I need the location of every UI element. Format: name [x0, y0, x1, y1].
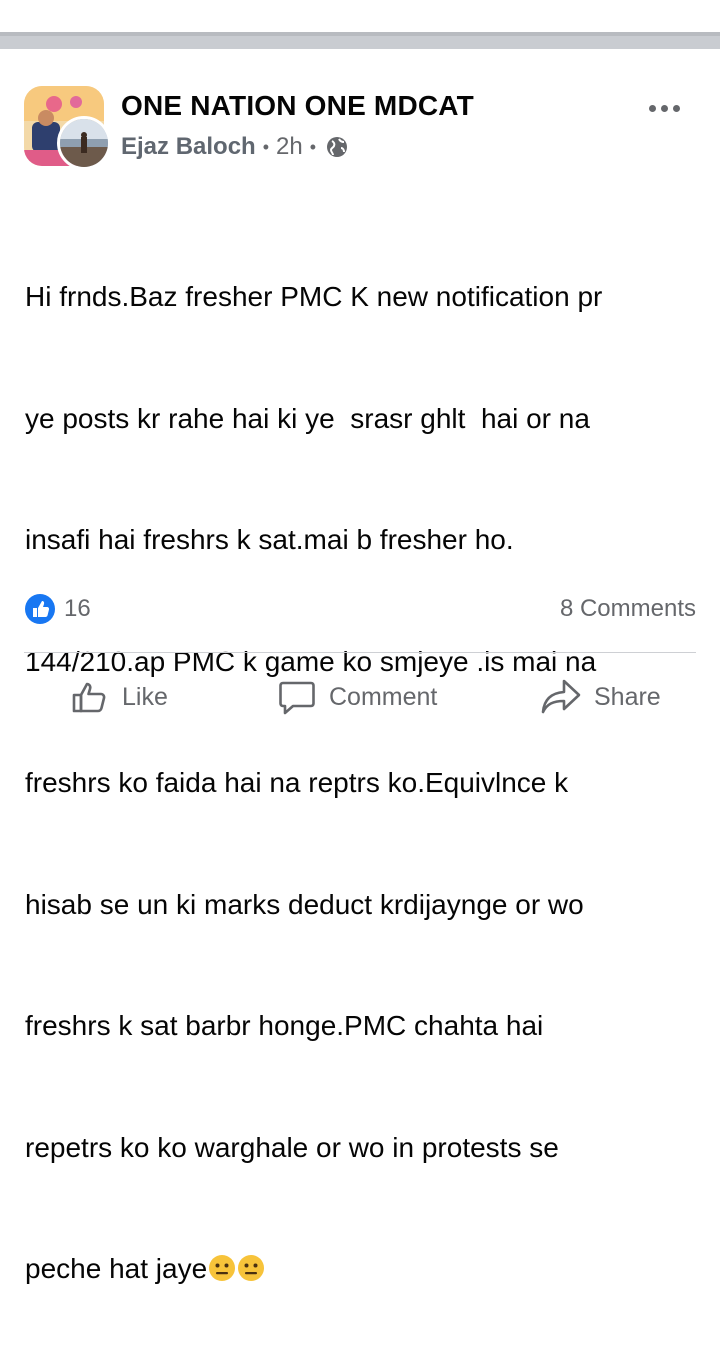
group-name[interactable]: ONE NATION ONE MDCAT [121, 90, 474, 122]
like-count: 16 [64, 595, 91, 622]
post-body-line: ye posts kr rahe hai ki ye srasr ghlt ha… [25, 402, 590, 434]
feed-divider [0, 32, 720, 49]
author-name[interactable]: Ejaz Baloch [121, 133, 256, 161]
post-body-line: 144/210.ap PMC k game ko smjeye .is mai … [25, 645, 597, 677]
post-body-last-line: peche hat jaye [25, 1249, 705, 1290]
meta-separator: • [309, 136, 317, 157]
post-body-line: hisab se un ki marks deduct krdijaynge o… [25, 888, 584, 920]
reaction-summary[interactable]: 16 [24, 593, 91, 625]
globe-icon [327, 137, 348, 157]
neutral-face-icon [209, 1255, 236, 1281]
post-body-line: freshrs ko faida hai na reptrs ko.Equivl… [25, 767, 569, 798]
neutral-face-icon [238, 1255, 265, 1281]
action-divider [24, 652, 696, 653]
share-icon [541, 679, 581, 714]
post-meta: Ejaz Baloch • 2h • [121, 132, 349, 162]
post-time[interactable]: 2h [276, 133, 303, 161]
post-body-line: repetrs ko ko warghale or wo in protests… [25, 1131, 559, 1163]
post-body-line: insafi hai freshrs k sat.mai b fresher h… [25, 524, 514, 555]
share-button-label: Share [594, 682, 661, 711]
thumbs-up-icon [72, 682, 106, 713]
comment-button-label: Comment [329, 682, 438, 711]
comment-icon [279, 681, 315, 715]
comments-count[interactable]: 8 Comments [560, 595, 696, 623]
post-avatars[interactable] [24, 86, 112, 172]
share-button[interactable]: Share [540, 677, 661, 717]
meta-separator: • [262, 136, 270, 157]
like-button[interactable]: Like [70, 677, 168, 717]
like-reaction-icon [25, 594, 55, 624]
previous-post-card [0, 0, 720, 32]
comment-button[interactable]: Comment [277, 677, 437, 717]
post-card: ONE NATION ONE MDCAT Ejaz Baloch • 2h • … [0, 49, 720, 1284]
post-body-line: freshrs k sat barbr honge.PMC chahta hai [25, 1010, 544, 1041]
post-body-line: peche hat jaye [25, 1253, 208, 1284]
post-body-line: Hi frnds.Baz fresher PMC K new notificat… [25, 281, 603, 312]
more-options-icon[interactable] [649, 99, 685, 113]
author-avatar[interactable] [57, 116, 111, 170]
like-button-label: Like [122, 682, 168, 711]
post-body: Hi frnds.Baz fresher PMC K new notificat… [25, 196, 705, 1371]
